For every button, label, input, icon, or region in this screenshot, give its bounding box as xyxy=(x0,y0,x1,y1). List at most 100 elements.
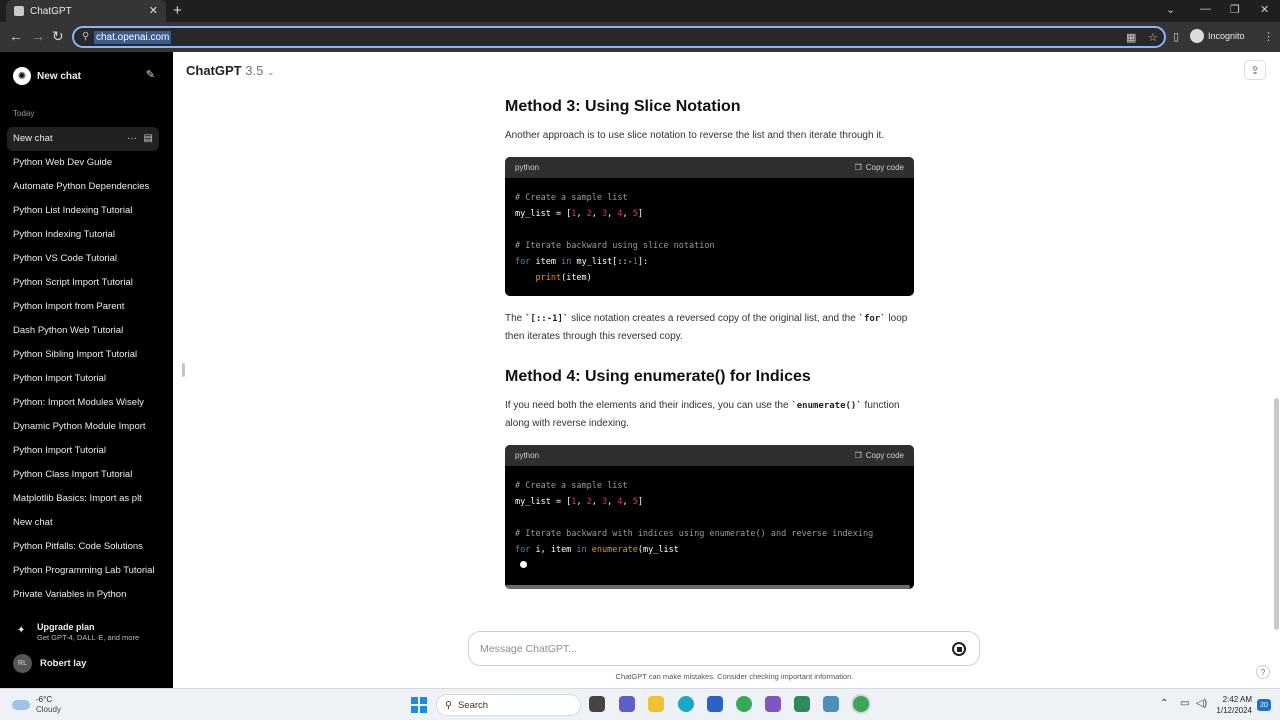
history-section-label: Today xyxy=(13,109,35,118)
sidebar-item[interactable]: Private Variables in Python xyxy=(7,583,159,607)
sidebar-item[interactable]: Dynamic Python Module Import xyxy=(7,415,159,439)
stop-icon xyxy=(956,646,962,652)
sidebar-item[interactable]: Matplotlib Basics: Import as plt xyxy=(7,487,159,511)
restore-icon[interactable]: ❐ xyxy=(1230,3,1240,16)
sidebar-item[interactable]: Python: Import Modules Wisely xyxy=(7,391,159,415)
file-explorer-icon[interactable] xyxy=(648,696,664,712)
reload-icon[interactable]: ↻ xyxy=(52,28,64,45)
copy-code-button[interactable]: ❐ Copy code xyxy=(855,163,904,172)
sidebar-item[interactable]: Python Programming Lab Tutorial xyxy=(7,559,159,583)
back-icon[interactable]: ← xyxy=(9,28,23,44)
browser-toolbar: ← → ↻ ⚲ chat.openai.com ▦ ☆ ▯ Incognito … xyxy=(0,22,1280,52)
network-icon[interactable]: ▭ xyxy=(1180,698,1189,709)
sidebar-collapse-handle[interactable] xyxy=(182,363,185,377)
scrollbar[interactable] xyxy=(1274,398,1279,630)
sidebar-item[interactable]: Python Pitfalls: Code Solutions xyxy=(7,535,159,559)
browser-tab-bar: ChatGPT ✕ + ⌄ — ❐ ✕ xyxy=(0,0,1280,22)
chrome-icon[interactable] xyxy=(736,696,752,712)
more-options-icon[interactable]: ··· xyxy=(127,129,137,149)
sidebar-item[interactable]: Python Script Import Tutorial xyxy=(7,271,159,295)
qr-code-icon[interactable]: ▦ xyxy=(1126,31,1136,44)
user-name: Robert lay xyxy=(40,658,87,669)
notification-badge[interactable]: 20 xyxy=(1257,699,1271,711)
message-input[interactable]: Message ChatGPT... xyxy=(468,631,980,666)
code-header: python ❐ Copy code xyxy=(505,157,914,178)
tab-search-icon[interactable]: ⌄ xyxy=(1166,3,1175,16)
site-info-icon[interactable]: ⚲ xyxy=(82,31,89,42)
code-block: python ❐ Copy code # Create a sample lis… xyxy=(505,157,914,296)
clipboard-icon: ❐ xyxy=(854,163,862,172)
incognito-icon xyxy=(1190,29,1204,43)
store-icon[interactable] xyxy=(707,696,723,712)
windows-taskbar: -6°C Cloudy ⚲ Search ⌃ ▭ ◁) 2:42 AM 1/12… xyxy=(0,688,1280,720)
new-chat-button[interactable]: ✺ New chat ✎ xyxy=(13,66,163,86)
system-clock[interactable]: 2:42 AM 1/12/2024 xyxy=(1212,694,1252,716)
code-content: # Create a sample list my_list = [1, 2, … xyxy=(505,466,914,586)
clipboard-icon: ❐ xyxy=(854,451,862,460)
minimize-icon[interactable]: — xyxy=(1200,3,1211,15)
taskbar-search[interactable]: ⚲ Search xyxy=(436,694,581,716)
address-bar[interactable]: ⚲ chat.openai.com ▦ ☆ xyxy=(72,26,1166,48)
method4-intro: If you need both the elements and their … xyxy=(505,400,900,429)
sidebar-item-new-chat[interactable]: New chat ··· ▤ xyxy=(7,127,159,151)
sidebar-item[interactable]: Python VS Code Tutorial xyxy=(7,247,159,271)
forward-icon[interactable]: → xyxy=(31,28,45,44)
vpn-app-icon[interactable] xyxy=(765,696,781,712)
upgrade-plan-button[interactable]: ✦ Upgrade plan Get GPT-4, DALL·E, and mo… xyxy=(13,622,163,642)
sidebar-item[interactable]: Python Import from Parent xyxy=(7,295,159,319)
sidebar-item[interactable]: Python Web Dev Guide xyxy=(7,151,159,175)
disclaimer-text: ChatGPT can make mistakes. Consider chec… xyxy=(615,672,854,681)
bookmark-star-icon[interactable]: ☆ xyxy=(1148,31,1158,44)
sidebar-item[interactable]: Automate Python Dependencies xyxy=(7,175,159,199)
weather-widget[interactable]: -6°C Cloudy xyxy=(12,695,61,715)
code-scrollbar[interactable] xyxy=(505,585,910,589)
conversation-content: Method 3: Using Slice Notation Another a… xyxy=(505,98,915,589)
volume-icon[interactable]: ◁) xyxy=(1196,698,1207,709)
sidebar-item[interactable]: Python Import Tutorial xyxy=(7,367,159,391)
chevron-down-icon: ⌄ xyxy=(266,67,275,77)
stop-generating-button[interactable] xyxy=(952,642,966,656)
url-text[interactable]: chat.openai.com xyxy=(94,30,172,44)
browser-tab[interactable]: ChatGPT ✕ xyxy=(6,0,166,22)
spreadsheet-app-icon[interactable] xyxy=(794,696,810,712)
window-close-icon[interactable]: ✕ xyxy=(1260,3,1269,16)
message-placeholder: Message ChatGPT... xyxy=(480,642,577,655)
sidebar: ✺ New chat ✎ Today New chat ··· ▤ Python… xyxy=(0,52,173,688)
cloud-icon xyxy=(12,700,30,710)
method4-heading: Method 4: Using enumerate() for Indices xyxy=(505,368,811,385)
chat-app-icon[interactable] xyxy=(619,696,635,712)
sidebar-item[interactable]: Dash Python Web Tutorial xyxy=(7,319,159,343)
side-panel-icon[interactable]: ▯ xyxy=(1173,30,1179,43)
edge-browser-icon[interactable] xyxy=(678,696,694,712)
code-language: python xyxy=(515,163,540,172)
start-button[interactable] xyxy=(411,697,427,713)
sidebar-item[interactable]: Python Indexing Tutorial xyxy=(7,223,159,247)
sidebar-item[interactable]: Python Class Import Tutorial xyxy=(7,463,159,487)
help-icon[interactable]: ? xyxy=(1256,665,1270,679)
new-tab-icon[interactable]: + xyxy=(173,2,182,19)
chatgpt-favicon-icon xyxy=(14,6,24,16)
sidebar-item[interactable]: Python List Indexing Tutorial xyxy=(7,199,159,223)
browser-menu-icon[interactable]: ⋮ xyxy=(1263,30,1274,43)
model-selector[interactable]: ChatGPT 3.5 ⌄ xyxy=(186,63,275,78)
streaming-cursor xyxy=(520,561,528,568)
chat-history-list: New chat ··· ▤ Python Web Dev Guide Auto… xyxy=(7,127,159,607)
tray-overflow-icon[interactable]: ⌃ xyxy=(1160,698,1168,709)
share-icon: ⇪ xyxy=(1250,64,1260,77)
incognito-indicator[interactable]: Incognito xyxy=(1190,29,1245,43)
compose-icon[interactable]: ✎ xyxy=(146,68,155,81)
share-button[interactable]: ⇪ xyxy=(1244,60,1266,80)
sidebar-item[interactable]: Python Sibling Import Tutorial xyxy=(7,343,159,367)
user-menu-button[interactable]: RL Robert lay xyxy=(13,654,86,673)
method3-heading: Method 3: Using Slice Notation xyxy=(505,98,741,115)
tab-title: ChatGPT xyxy=(30,5,72,17)
archive-icon[interactable]: ▤ xyxy=(144,129,153,149)
close-tab-icon[interactable]: ✕ xyxy=(149,4,158,17)
code-language: python xyxy=(515,451,540,460)
chrome-active-icon[interactable] xyxy=(853,696,869,712)
remote-desktop-icon[interactable] xyxy=(823,696,839,712)
sidebar-item[interactable]: Python Import Tutorial xyxy=(7,439,159,463)
sidebar-item[interactable]: New chat xyxy=(7,511,159,535)
task-view-icon[interactable] xyxy=(589,696,605,712)
copy-code-button[interactable]: ❐ Copy code xyxy=(855,451,904,460)
